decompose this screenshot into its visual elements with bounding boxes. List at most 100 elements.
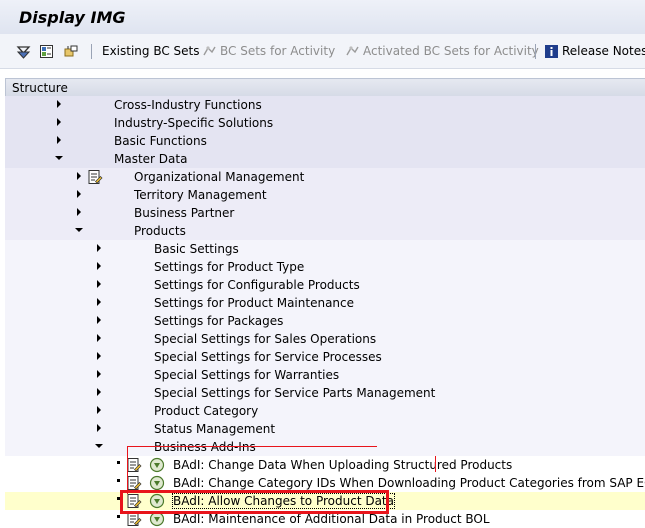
- tree-node-label: Basic Functions: [114, 134, 207, 148]
- execute-activity-icon[interactable]: [149, 457, 165, 473]
- tree-node[interactable]: Business Partner: [5, 204, 645, 222]
- expand-arrow-icon[interactable]: [57, 136, 61, 144]
- tree-node-label: Master Data: [114, 152, 188, 166]
- expand-arrow-icon[interactable]: [97, 352, 101, 360]
- expand-arrow-icon[interactable]: [97, 406, 101, 414]
- tree-node[interactable]: Status Management: [5, 420, 645, 438]
- tree-node-label: Settings for Packages: [154, 314, 284, 328]
- tree-node[interactable]: Basic Functions: [5, 132, 645, 150]
- expand-arrow-icon[interactable]: [97, 334, 101, 342]
- bc-set-icon: [203, 45, 216, 55]
- tree-node-label: Special Settings for Warranties: [154, 368, 340, 382]
- tree-node[interactable]: Cross-Industry Functions: [5, 96, 645, 114]
- tree-node-label: Basic Settings: [154, 242, 239, 256]
- execute-activity-icon[interactable]: [149, 475, 165, 491]
- tree-node[interactable]: Settings for Configurable Products: [5, 276, 645, 294]
- expand-arrow-icon[interactable]: [97, 298, 101, 306]
- bullet-icon: [117, 461, 120, 464]
- annotation-line: [127, 446, 128, 494]
- tree-node-label: Settings for Product Maintenance: [154, 296, 355, 310]
- structure-header-label: Structure: [12, 81, 68, 95]
- release-notes-label: Release Notes: [562, 44, 645, 58]
- tree-node[interactable]: Territory Management: [5, 186, 645, 204]
- title-bar: Display IMG: [0, 0, 645, 35]
- tree-activity[interactable]: BAdI: Change Data When Uploading Structu…: [5, 456, 645, 474]
- toolbar-separator: [91, 44, 92, 59]
- tree-node-label: Industry-Specific Solutions: [114, 116, 274, 130]
- expand-all-button[interactable]: [16, 43, 34, 59]
- collapse-arrow-icon[interactable]: [55, 156, 63, 160]
- expand-arrow-icon[interactable]: [77, 172, 81, 180]
- expand-arrow-icon[interactable]: [57, 118, 61, 126]
- tree-node-label: Territory Management: [134, 188, 267, 202]
- annotation-line: [127, 446, 377, 447]
- tree-node[interactable]: Special Settings for Sales Operations: [5, 330, 645, 348]
- activated-bc-sets-button[interactable]: Activated BC Sets for Activity: [345, 43, 539, 59]
- tree-node[interactable]: Basic Settings: [5, 240, 645, 258]
- tree-node-label: BAdI: Change Data When Uploading Structu…: [173, 458, 513, 472]
- tree-node[interactable]: Special Settings for Service Processes: [5, 348, 645, 366]
- expand-arrow-icon[interactable]: [97, 370, 101, 378]
- tree-node[interactable]: Settings for Packages: [5, 312, 645, 330]
- expand-arrow-icon[interactable]: [77, 208, 81, 216]
- activated-bc-sets-label: Activated BC Sets for Activity: [363, 44, 539, 58]
- tree-node[interactable]: Products: [5, 222, 645, 240]
- structure-column-header: Structure: [5, 78, 645, 98]
- tree-node-label: Settings for Product Type: [154, 260, 305, 274]
- expand-arrow-icon[interactable]: [77, 190, 81, 198]
- tree-node-label: Business Add-Ins: [154, 440, 256, 454]
- overview-button[interactable]: [39, 43, 57, 59]
- expand-arrow-icon[interactable]: [97, 424, 101, 432]
- tree-node-label: Business Partner: [134, 206, 235, 220]
- existing-bc-sets-label: Existing BC Sets: [102, 44, 200, 58]
- bullet-icon: [117, 515, 120, 518]
- document-edit-icon[interactable]: [87, 169, 103, 185]
- expand-arrow-icon[interactable]: [97, 262, 101, 270]
- bc-sets-for-activity-label: BC Sets for Activity: [220, 44, 336, 58]
- bullet-icon: [117, 479, 120, 482]
- tree-node[interactable]: Industry-Specific Solutions: [5, 114, 645, 132]
- tree-node-label: BAdI: Maintenance of Additional Data in …: [173, 512, 490, 526]
- tree-node-label: Special Settings for Service Parts Manag…: [154, 386, 436, 400]
- expand-arrow-icon[interactable]: [97, 280, 101, 288]
- tree-node-label: Status Management: [154, 422, 276, 436]
- tree-node-label: Product Category: [154, 404, 259, 418]
- info-icon: [545, 44, 558, 58]
- document-list-icon: [40, 44, 53, 58]
- folder-hierarchy-icon: [64, 45, 78, 56]
- tree-node[interactable]: Special Settings for Warranties: [5, 366, 645, 384]
- existing-bc-sets-button[interactable]: Existing BC Sets: [102, 43, 200, 59]
- tree-node[interactable]: Settings for Product Maintenance: [5, 294, 645, 312]
- tree-node-label: Products: [134, 224, 186, 238]
- tree-node-label: Special Settings for Service Processes: [154, 350, 382, 364]
- tree-node[interactable]: Special Settings for Service Parts Manag…: [5, 384, 645, 402]
- tree-node-label: Settings for Configurable Products: [154, 278, 360, 292]
- tree-node[interactable]: Settings for Product Type: [5, 258, 645, 276]
- collapse-arrow-icon[interactable]: [95, 444, 103, 448]
- find-button[interactable]: [64, 43, 82, 59]
- toolbar-separator: [535, 44, 536, 59]
- application-toolbar: Existing BC Sets BC Sets for Activity Ac…: [0, 34, 645, 69]
- tree-node[interactable]: Master Data: [5, 150, 645, 168]
- bc-set-icon: [346, 45, 359, 55]
- expand-arrow-icon[interactable]: [97, 244, 101, 252]
- expand-all-icon: [16, 45, 31, 59]
- release-notes-button[interactable]: Release Notes: [544, 43, 645, 59]
- tree-node[interactable]: Organizational Management: [5, 168, 645, 186]
- document-edit-icon[interactable]: [126, 475, 142, 491]
- tree-node[interactable]: Business Add-Ins: [5, 438, 645, 456]
- bc-sets-for-activity-button[interactable]: BC Sets for Activity: [202, 43, 335, 59]
- page-title: Display IMG: [19, 8, 126, 27]
- highlight-box: [120, 490, 389, 514]
- document-edit-icon[interactable]: [126, 457, 142, 473]
- collapse-arrow-icon[interactable]: [75, 228, 83, 232]
- tree-node-label: Organizational Management: [134, 170, 305, 184]
- tree-node[interactable]: Product Category: [5, 402, 645, 420]
- annotation-line: [435, 456, 436, 472]
- tree-node-label: Special Settings for Sales Operations: [154, 332, 377, 346]
- expand-arrow-icon[interactable]: [97, 388, 101, 396]
- expand-arrow-icon[interactable]: [97, 316, 101, 324]
- tree-node-label: Cross-Industry Functions: [114, 98, 262, 112]
- expand-arrow-icon[interactable]: [57, 100, 61, 108]
- tree-node-label: BAdI: Change Category IDs When Downloadi…: [173, 476, 645, 490]
